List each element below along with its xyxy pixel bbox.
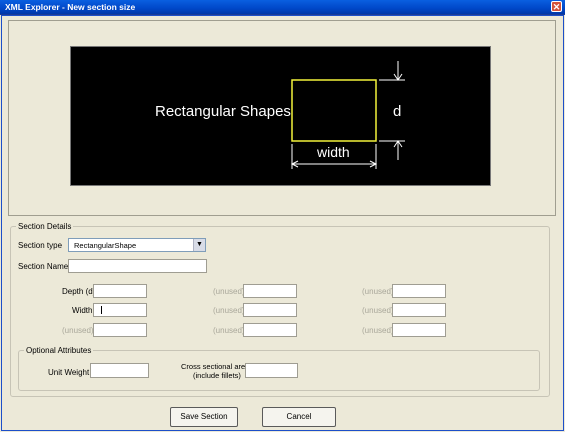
- unused-label: (unused): [362, 326, 394, 335]
- unused-input[interactable]: [243, 303, 297, 317]
- unused-input[interactable]: [392, 284, 446, 298]
- section-type-label: Section type: [18, 241, 63, 250]
- section-name-label: Section Name: [18, 262, 69, 271]
- unused-label: (unused): [213, 326, 245, 335]
- unused-input[interactable]: [93, 323, 147, 337]
- title-bar: XML Explorer - New section size ✕: [0, 0, 565, 15]
- unused-input[interactable]: [243, 284, 297, 298]
- window-title: XML Explorer - New section size: [5, 2, 136, 12]
- unused-label: (unused): [213, 287, 245, 296]
- unused-label: (unused): [62, 326, 94, 335]
- save-section-button[interactable]: Save Section: [170, 407, 238, 427]
- unused-label: (unused): [362, 287, 394, 296]
- unused-input[interactable]: [392, 323, 446, 337]
- rectangle-shape: [291, 79, 377, 142]
- area-label-line1: Cross sectional area: [181, 362, 250, 371]
- section-details-legend: Section Details: [18, 222, 72, 231]
- section-diagram: Rectangular Shapes d width: [70, 46, 491, 186]
- depth-label: Depth (d): [62, 287, 96, 296]
- section-name-input[interactable]: [68, 259, 207, 273]
- width-label: Width: [72, 306, 93, 315]
- unused-label: (unused): [362, 306, 394, 315]
- dropdown-arrow-icon[interactable]: ▼: [193, 239, 205, 251]
- close-icon[interactable]: ✕: [551, 1, 562, 12]
- optional-attributes-legend: Optional Attributes: [26, 346, 92, 355]
- text-caret: [101, 306, 102, 314]
- section-type-value: RectangularShape: [74, 241, 137, 250]
- unit-weight-input[interactable]: [90, 363, 149, 378]
- area-input[interactable]: [245, 363, 298, 378]
- section-type-select[interactable]: RectangularShape ▼: [68, 238, 206, 252]
- unused-input[interactable]: [243, 323, 297, 337]
- width-dimension-label: width: [317, 144, 350, 160]
- cancel-button[interactable]: Cancel: [262, 407, 336, 427]
- depth-input[interactable]: [93, 284, 147, 298]
- shape-label: Rectangular Shapes: [155, 103, 291, 120]
- depth-dimension-label: d: [393, 103, 402, 120]
- unused-input[interactable]: [392, 303, 446, 317]
- unit-weight-label: Unit Weight: [48, 368, 90, 377]
- unused-label: (unused): [213, 306, 245, 315]
- area-label-line2: (include fillets): [193, 371, 241, 380]
- width-input[interactable]: [93, 303, 147, 317]
